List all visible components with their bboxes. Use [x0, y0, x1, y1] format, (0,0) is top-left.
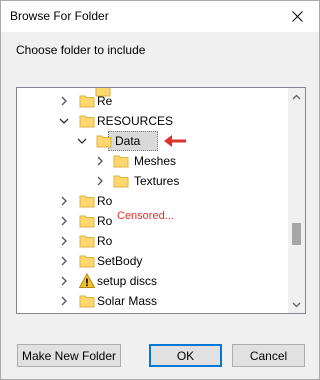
tree-item[interactable]: Textures: [17, 171, 289, 191]
scroll-thumb[interactable]: [292, 223, 301, 245]
folder-tree[interactable]: Re RESOURCES Data Meshes Textures Ro Ro …: [16, 87, 306, 314]
tree-item-label: Ro: [97, 234, 113, 248]
tree-item-label: setup discs: [97, 274, 158, 288]
folder-icon: [79, 233, 95, 249]
folder-icon: [113, 153, 129, 169]
chevron-up-icon: [292, 94, 301, 99]
folder-icon: [113, 173, 129, 189]
close-button[interactable]: [275, 1, 319, 32]
tree-item-label: Data: [115, 134, 141, 148]
tree-item[interactable]: SetBody: [17, 251, 289, 271]
make-new-folder-button[interactable]: Make New Folder: [17, 344, 121, 367]
tree-item[interactable]: Solar Mass: [17, 291, 289, 311]
dialog-title: Browse For Folder: [10, 9, 109, 23]
warning-icon: [78, 272, 96, 289]
red-arrow-icon: [164, 135, 186, 147]
chevron-down-icon[interactable]: [59, 116, 69, 126]
tree-item-label: Textures: [134, 174, 180, 188]
tree-item[interactable]: setup discs: [17, 271, 289, 291]
folder-icon: [79, 253, 95, 269]
tree-item-label: Meshes: [134, 154, 177, 168]
tree-item-label: Ro: [97, 194, 113, 208]
ok-button[interactable]: OK: [149, 344, 222, 367]
chevron-right-icon[interactable]: [59, 236, 69, 246]
folder-icon: [79, 193, 95, 209]
chevron-right-icon[interactable]: [59, 256, 69, 266]
chevron-right-icon[interactable]: [59, 196, 69, 206]
tree-item-partial[interactable]: [17, 309, 289, 313]
folder-icon: [79, 293, 95, 309]
title-bar: Browse For Folder: [1, 1, 319, 32]
tree-item-label: Ro: [97, 214, 113, 228]
tree-item-selected[interactable]: Data: [17, 131, 289, 151]
vertical-scrollbar[interactable]: [288, 88, 305, 313]
folder-icon: [79, 93, 95, 109]
chevron-right-icon[interactable]: [95, 156, 105, 166]
folder-open-icon: [79, 113, 95, 129]
tree-item-label: Solar Mass: [97, 294, 158, 308]
tree-item[interactable]: Re: [17, 91, 289, 111]
tree-item[interactable]: Ro: [17, 191, 289, 211]
folder-icon: [79, 311, 95, 313]
scroll-up-button[interactable]: [288, 88, 305, 105]
chevron-right-icon[interactable]: [95, 176, 105, 186]
tree-item-label: SetBody: [97, 254, 143, 268]
chevron-right-icon[interactable]: [59, 276, 69, 286]
scroll-down-button[interactable]: [288, 296, 305, 313]
folder-icon: [79, 213, 95, 229]
chevron-down-icon: [292, 302, 301, 307]
chevron-right-icon[interactable]: [59, 296, 69, 306]
chevron-right-icon[interactable]: [59, 216, 69, 226]
tree-viewport: Re RESOURCES Data Meshes Textures Ro Ro …: [17, 88, 289, 313]
tree-item-label: RESOURCES: [97, 114, 174, 128]
tree-item-label: Re: [97, 94, 113, 108]
tree-item[interactable]: Ro: [17, 231, 289, 251]
folder-open-icon: [96, 133, 112, 149]
censored-annotation: Censored...: [117, 210, 174, 222]
browse-for-folder-dialog: Browse For Folder Choose folder to inclu…: [0, 0, 320, 380]
tree-item[interactable]: RESOURCES: [17, 111, 289, 131]
cancel-button[interactable]: Cancel: [232, 344, 305, 367]
chevron-down-icon[interactable]: [77, 136, 87, 146]
dialog-prompt: Choose folder to include: [16, 43, 146, 57]
close-icon: [291, 11, 303, 22]
chevron-right-icon[interactable]: [59, 96, 69, 106]
tree-item[interactable]: Meshes: [17, 151, 289, 171]
